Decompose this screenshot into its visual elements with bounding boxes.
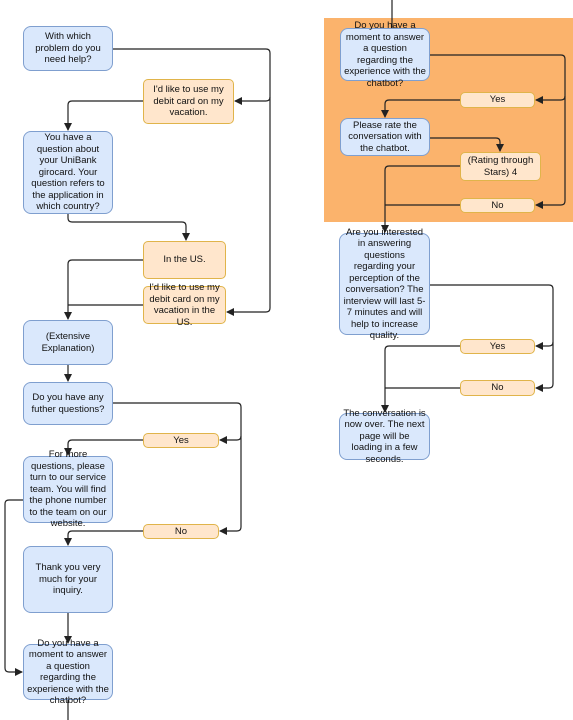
connector	[535, 341, 554, 350]
node-answer-us: In the US.	[143, 241, 226, 279]
connector	[234, 96, 271, 105]
connector	[535, 95, 566, 104]
node-rate-conversation: Please rate the conversation with the ch…	[340, 118, 430, 156]
connector	[430, 284, 554, 392]
connector	[381, 345, 460, 413]
connector	[64, 100, 143, 131]
node-service-team: For more questions, please turn to our s…	[23, 449, 113, 529]
node-answer-vacation-us: I'd like to use my debit card on my vaca…	[143, 282, 226, 328]
node-rating: (Rating through Stars) 4	[460, 152, 541, 181]
node-country-question: You have a question about your UniBank g…	[23, 131, 113, 214]
node-thanks: Thank you very much for your inquiry.	[23, 546, 113, 613]
node-answer-yes-interview: Yes	[460, 339, 535, 354]
connector	[219, 435, 242, 444]
node-answer-no: No	[143, 524, 219, 539]
node-moment-question: Do you have a moment to answer a questio…	[23, 638, 113, 706]
connector	[430, 54, 566, 209]
connector	[64, 530, 143, 546]
connector	[67, 214, 190, 241]
node-conversation-over: The conversation is now over. The next p…	[339, 408, 430, 465]
connector	[64, 259, 143, 320]
connector	[4, 499, 23, 676]
node-explanation: (Extensive Explanation)	[23, 320, 113, 365]
node-interview-question: Are you interested in answering question…	[339, 227, 430, 341]
connector	[381, 165, 460, 233]
node-answer-vacation: I'd like to use my debit card on my vaca…	[143, 79, 234, 124]
connector	[430, 137, 504, 152]
node-further-questions: Do you have any futher questions?	[23, 382, 113, 425]
connector	[381, 99, 460, 118]
node-answer-yes-right: Yes	[460, 92, 535, 108]
node-moment-question-right: Do you have a moment to answer a questio…	[340, 20, 430, 89]
node-answer-no-right: No	[460, 198, 535, 213]
connector	[113, 402, 242, 535]
node-answer-no-interview: No	[460, 380, 535, 396]
node-answer-yes: Yes	[143, 433, 219, 448]
node-problem-question: With which problem do you need help?	[23, 26, 113, 71]
